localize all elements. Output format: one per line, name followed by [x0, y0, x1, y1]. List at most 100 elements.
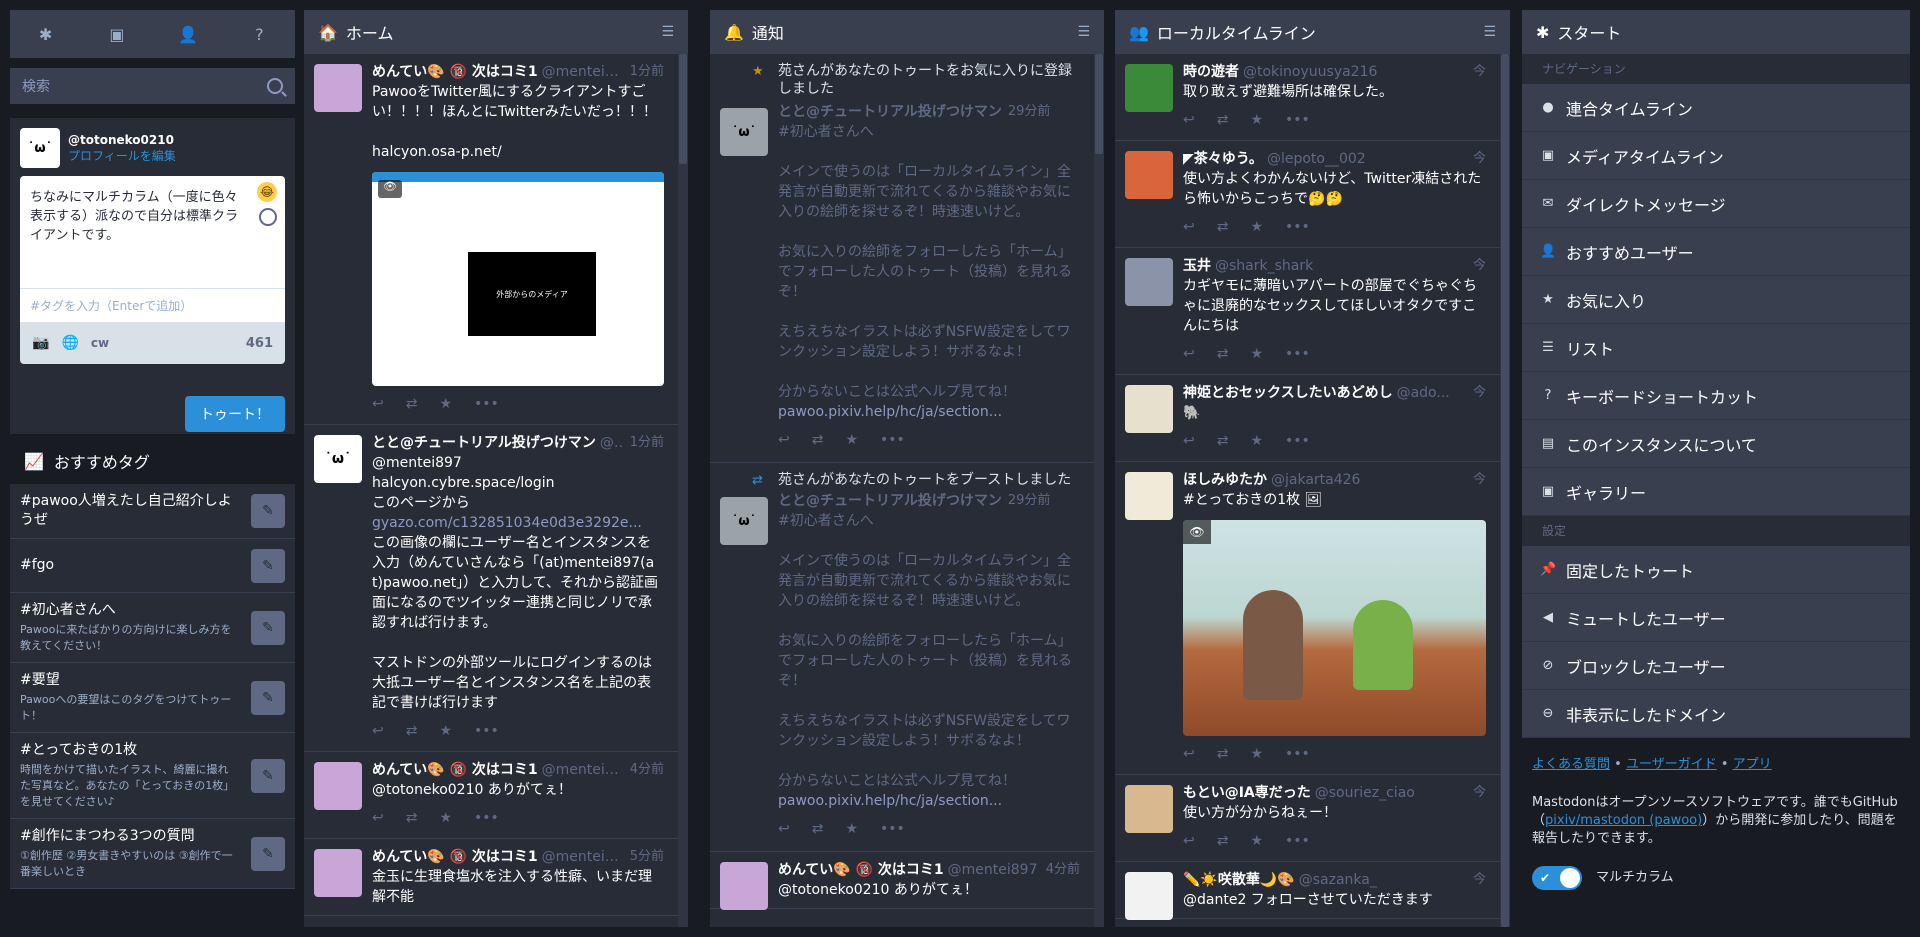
sliders-icon[interactable]: ☰: [661, 24, 674, 40]
reply-icon[interactable]: ↩: [1183, 219, 1195, 239]
nav-keyboard-shortcuts[interactable]: ? キーボードショートカット: [1522, 372, 1910, 420]
status[interactable]: 玉井 @shark_shark 今 カギヤモに薄暗いアパートの部屋でぐちゃぐちゃに退…: [1115, 248, 1500, 375]
boost-icon[interactable]: ⇄: [812, 432, 824, 452]
pencil-icon[interactable]: ✎: [251, 610, 285, 645]
avatar[interactable]: [314, 762, 362, 810]
camera-icon[interactable]: 📷: [32, 335, 49, 351]
more-icon[interactable]: •••: [880, 432, 905, 452]
tag-item[interactable]: #要望 Pawooへの要望はこのタグをつけてトゥート！ ✎: [10, 663, 295, 733]
pencil-icon[interactable]: ✎: [251, 758, 285, 793]
timestamp[interactable]: 29分前: [1008, 102, 1051, 122]
reply-icon[interactable]: ↩: [778, 432, 790, 452]
timestamp[interactable]: 今: [1473, 470, 1486, 490]
status-link[interactable]: pawoo.pixiv.help/hc/ja/section...: [778, 404, 1002, 420]
more-icon[interactable]: •••: [1285, 746, 1310, 766]
more-icon[interactable]: •••: [474, 396, 499, 416]
nav-federated-timeline[interactable]: ● 連合タイムライン: [1522, 84, 1910, 132]
more-icon[interactable]: •••: [1285, 112, 1310, 132]
more-icon[interactable]: •••: [1285, 433, 1310, 453]
reply-icon[interactable]: ↩: [1183, 112, 1195, 132]
display-name[interactable]: とと@チュートリアル投げつけマン: [372, 433, 596, 453]
search-input[interactable]: 検索: [10, 68, 295, 104]
boost-icon[interactable]: ⇄: [1217, 746, 1229, 766]
display-name[interactable]: めんてい🎨 🔞 次はコミ1: [372, 62, 538, 82]
edit-profile-link[interactable]: プロフィールを編集: [68, 147, 176, 164]
pencil-icon[interactable]: ✎: [251, 548, 285, 583]
display-name[interactable]: ほしみゆたか: [1183, 470, 1267, 490]
avatar[interactable]: [1125, 385, 1173, 433]
timestamp[interactable]: 1分前: [630, 433, 664, 453]
star-icon[interactable]: ★: [1250, 833, 1263, 853]
display-name[interactable]: もとい@IA専だった: [1183, 783, 1311, 803]
reply-icon[interactable]: ↩: [1183, 746, 1195, 766]
github-repo-link[interactable]: pixiv/mastodon (pawoo): [1545, 813, 1702, 828]
star-icon[interactable]: ★: [845, 821, 858, 841]
user-guide-link[interactable]: ユーザーガイド: [1626, 757, 1717, 772]
boost-icon[interactable]: ⇄: [406, 396, 418, 416]
reply-icon[interactable]: ↩: [1183, 346, 1195, 366]
scrollbar[interactable]: [1094, 54, 1104, 927]
avatar[interactable]: [720, 862, 768, 910]
nav-suggested-users[interactable]: 👤 おすすめユーザー: [1522, 228, 1910, 276]
timestamp[interactable]: 1分前: [630, 62, 664, 82]
sliders-icon[interactable]: ☰: [1483, 24, 1496, 40]
status[interactable]: めんてい🎨 🔞 次はコミ1 @mentei897 5分前 金玉に生理食塩水を注入する…: [304, 839, 678, 916]
display-name[interactable]: 神姫とおセックスしたいあどめし: [1183, 383, 1393, 403]
boost-icon[interactable]: ⇄: [1217, 433, 1229, 453]
nav-direct-messages[interactable]: ✉ ダイレクトメッセージ: [1522, 180, 1910, 228]
star-icon[interactable]: ★: [1250, 433, 1263, 453]
media-tab[interactable]: ▣: [81, 10, 152, 58]
timestamp[interactable]: 今: [1473, 149, 1486, 169]
star-icon[interactable]: ★: [1250, 219, 1263, 239]
status[interactable]: 時の遊者 @tokinoyuusya216 今 取り敢えず避難場所は確保した。 ↩ ⇄…: [1115, 54, 1500, 141]
avatar[interactable]: [1125, 872, 1173, 920]
avatar[interactable]: [1125, 151, 1173, 199]
tag-item[interactable]: #fgo ✎: [10, 539, 295, 593]
follow-requests-tab[interactable]: 👤: [153, 10, 224, 58]
timestamp[interactable]: 29分前: [1008, 491, 1051, 511]
timestamp[interactable]: 5分前: [630, 847, 664, 867]
display-name[interactable]: めんてい🎨 🔞 次はコミ1: [778, 860, 944, 880]
eye-icon[interactable]: 👁: [1183, 520, 1211, 544]
display-name[interactable]: ◤茶々ゆう。: [1183, 149, 1263, 169]
scrollbar[interactable]: [678, 54, 688, 927]
status[interactable]: めんてい🎨 🔞 次はコミ1 @mentei897 4分前 @totoneko0210…: [710, 852, 1094, 910]
avatar[interactable]: ˙ω˙: [20, 128, 60, 168]
pencil-icon[interactable]: ✎: [251, 680, 285, 715]
star-icon[interactable]: ★: [1250, 112, 1263, 132]
getting-started-tab[interactable]: ✱: [10, 10, 81, 58]
avatar[interactable]: [314, 849, 362, 897]
timestamp[interactable]: 今: [1473, 870, 1486, 890]
scrollbar-thumb[interactable]: [1095, 54, 1103, 154]
boost-icon[interactable]: ⇄: [406, 810, 418, 830]
more-icon[interactable]: •••: [474, 810, 499, 830]
media-attachment[interactable]: 外部からのメディア 👁: [372, 172, 664, 386]
faq-link[interactable]: よくある質問: [1532, 757, 1610, 772]
avatar[interactable]: [314, 64, 362, 112]
star-icon[interactable]: ★: [439, 723, 452, 743]
notification-boost[interactable]: ⇄ 苑さんがあなたのトゥートをブーストしました ˙ω˙ とと@チュートリアル投げつ…: [710, 463, 1094, 852]
star-icon[interactable]: ★: [1250, 346, 1263, 366]
display-name[interactable]: とと@チュートリアル投げつけマン: [778, 102, 1002, 122]
boost-icon[interactable]: ⇄: [1217, 833, 1229, 853]
notification-favourite[interactable]: ★ 苑さんがあなたのトゥートをお気に入りに登録しました ˙ω˙ とと@チュートリア…: [710, 54, 1094, 463]
reply-icon[interactable]: ↩: [372, 723, 384, 743]
pencil-icon[interactable]: ✎: [251, 494, 285, 528]
avatar[interactable]: ˙ω˙: [314, 435, 362, 483]
timestamp[interactable]: 4分前: [1046, 860, 1080, 880]
avatar[interactable]: [1125, 64, 1173, 112]
status[interactable]: ˙ω˙ とと@チュートリアル投げつけマン@... 1分前 @mentei897 h…: [304, 425, 678, 752]
boost-icon[interactable]: ⇄: [1217, 219, 1229, 239]
boost-icon[interactable]: ⇄: [1217, 346, 1229, 366]
display-name[interactable]: めんてい🎨 🔞 次はコミ1: [372, 847, 538, 867]
status[interactable]: ✏️☀️咲散華🌙🎨 @sazanka_ 今 @dante2 フォローさせていただきま…: [1115, 862, 1500, 920]
tag-item[interactable]: #初心者さんへ Pawooに来たばかりの方向けに楽しみ方を教えてください！ ✎: [10, 593, 295, 663]
timestamp[interactable]: 4分前: [630, 760, 664, 780]
multicolumn-toggle[interactable]: マルチカラム: [1532, 866, 1900, 890]
eye-icon[interactable]: 👁: [378, 180, 402, 198]
tag-item[interactable]: #創作にまつわる3つの質問 ①創作歴 ②男女書きやすいのは ③創作で一番楽しいとき…: [10, 819, 295, 889]
toot-button[interactable]: トゥート！: [185, 396, 285, 432]
column-header[interactable]: 🏠 ホーム ☰: [304, 10, 688, 54]
boost-icon[interactable]: ⇄: [406, 723, 418, 743]
avatar[interactable]: ˙ω˙: [720, 108, 768, 156]
